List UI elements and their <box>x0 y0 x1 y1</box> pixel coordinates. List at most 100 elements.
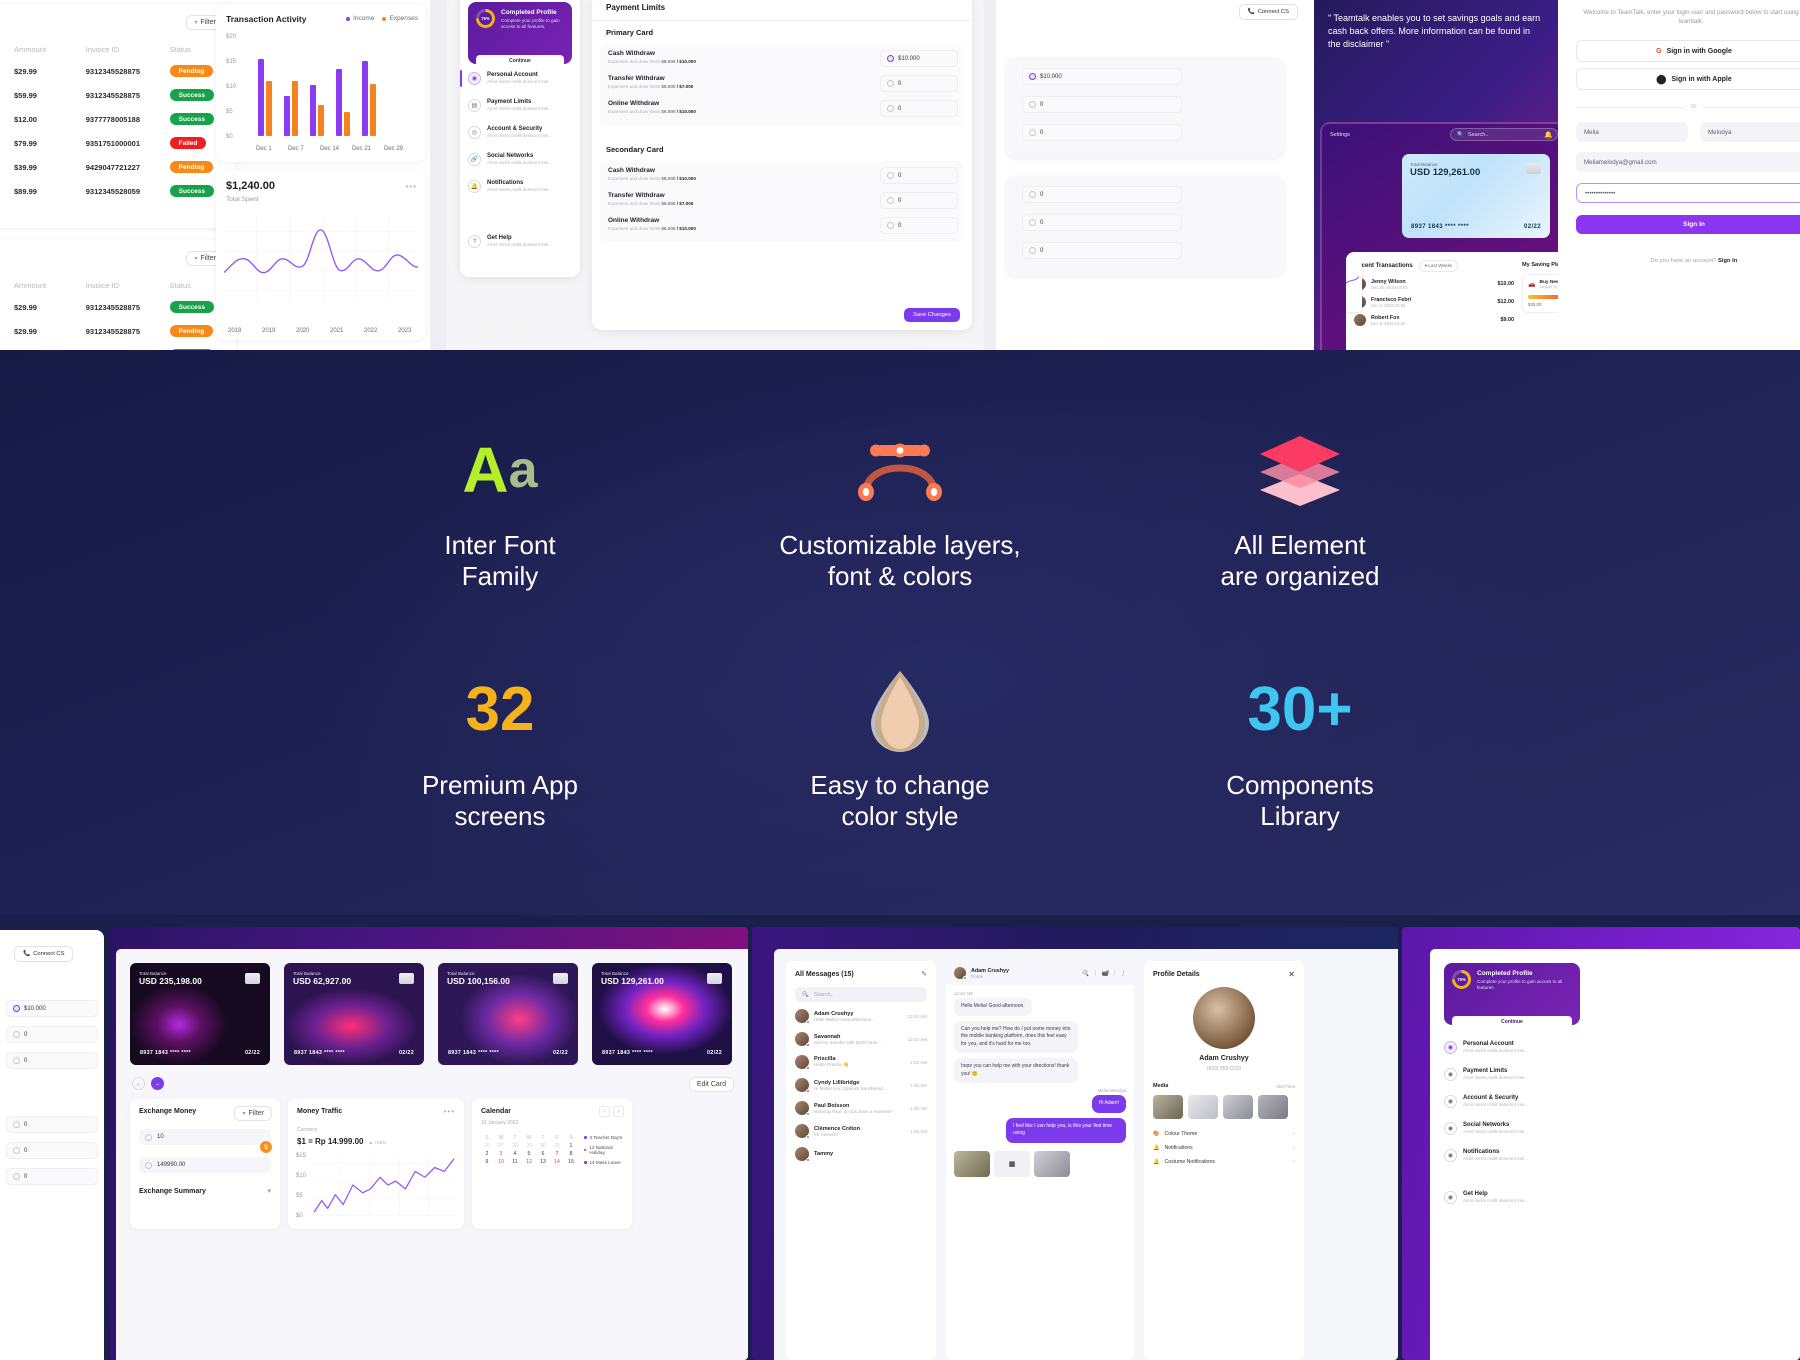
table-row[interactable]: $12.00 9377778005188 Success <box>14 107 214 131</box>
attachment-money-photo[interactable] <box>954 1150 990 1177</box>
profile-setting-row[interactable]: 🎨 Colour Theme › <box>1153 1127 1295 1141</box>
limit-input-a[interactable]: $10.000 <box>6 1000 98 1017</box>
search-icon[interactable]: 🔍 <box>1082 970 1089 977</box>
calendar-day[interactable]: 3 <box>495 1151 507 1157</box>
conversation-item[interactable]: Paul Boisson Morning Paul, do you have a … <box>795 1101 927 1116</box>
conversation-item[interactable]: Cyndy Lillibridge Hi Melia! Hon Spanish t… <box>795 1078 927 1093</box>
conversation-item[interactable]: Savannah Did my transfer with $200 have..… <box>795 1032 927 1047</box>
limit-input-c[interactable]: 0 <box>6 1052 98 1069</box>
close-icon[interactable]: ✕ <box>1288 970 1295 979</box>
prev-icon[interactable]: ← <box>132 1077 145 1090</box>
edit-card-button[interactable]: Edit Card <box>688 1077 734 1092</box>
limit-value-input[interactable]: 0 <box>880 75 958 92</box>
calendar-day[interactable]: 1 <box>565 1143 577 1149</box>
signin-submit-button[interactable]: Sign In <box>1576 215 1800 234</box>
save-changes-button[interactable]: Save Changes <box>903 308 960 322</box>
sidebar-item-social-networks[interactable]: 🔗 Social Networks Amet minim mollit deseru… <box>468 153 572 166</box>
calendar-day[interactable]: 26 <box>481 1143 493 1149</box>
right-sidebar-item-social-networks[interactable]: ◉ Social Networks Amet minim mollit deseru… <box>1444 1122 1584 1135</box>
connect-cs-button-2[interactable]: 📞 Connect CS <box>14 946 74 962</box>
calendar-day[interactable]: 30 <box>537 1143 549 1149</box>
calendar-next-icon[interactable]: › <box>613 1106 624 1117</box>
media-thumb-2[interactable] <box>1188 1095 1218 1119</box>
profile-setting-row[interactable]: 🔔 Costume Notifications › <box>1153 1155 1295 1169</box>
right-sidebar-item-account-security[interactable]: ◉ Account & Security Amet minim mollit des… <box>1444 1095 1584 1108</box>
limit-input-d[interactable]: 0 <box>6 1116 98 1133</box>
more-options-icon[interactable]: ⋮ <box>1120 970 1126 977</box>
table-row[interactable]: $39.999429047721227Success <box>14 343 214 350</box>
right-sidebar-item-get-help[interactable]: ◉ Get Help Amet minim mollit deserunt mel.… <box>1444 1191 1584 1204</box>
exchange-summary-row[interactable]: Exchange Summary ▾ <box>139 1187 271 1196</box>
exchange-to-input[interactable]: 149990.00 <box>139 1157 271 1173</box>
last-weeks-filter[interactable]: ▾ Last Weeks <box>1418 260 1459 272</box>
calendar-day[interactable]: 2 <box>481 1151 493 1157</box>
table-row[interactable]: $29.99 9312345528875 Pending <box>14 319 214 343</box>
balance-card[interactable]: Total Balance USD 62,927.00 8937 1843 ****… <box>284 963 424 1065</box>
limit-input-f[interactable]: 0 <box>6 1168 98 1185</box>
balance-card[interactable]: Total Balance USD 100,156.00 8937 1843 ***… <box>438 963 578 1065</box>
sidebar-item-notifications[interactable]: 🔔 Notifications Amet minim mollit deserunt… <box>468 180 572 193</box>
sidebar-item-personal-account[interactable]: ◉ Personal Account Amet minim mollit deser… <box>460 70 572 87</box>
swap-button[interactable]: ⇅ <box>260 1141 272 1153</box>
calendar-day[interactable]: 13 <box>537 1159 549 1165</box>
credit-card[interactable]: Total Balance USD 129,261.00 8937 1843 *… <box>1402 154 1550 238</box>
calendar-day[interactable]: 10 <box>495 1159 507 1165</box>
bell-icon[interactable]: 🔔 <box>1544 131 1553 139</box>
sidebar-item-payment-limits[interactable]: ▤ Payment Limits Amet minim mollit deserun… <box>468 99 572 112</box>
media-thumb-4[interactable] <box>1258 1095 1288 1119</box>
limit-value-input[interactable]: 0 <box>880 100 958 117</box>
compose-icon[interactable]: ✎ <box>921 970 927 978</box>
limit-input-1[interactable]: $10.000 <box>1022 68 1182 85</box>
exchange-from-input[interactable]: 10 <box>139 1129 271 1145</box>
more-options-icon[interactable]: ••• <box>444 1107 455 1116</box>
calendar-day[interactable]: 29 <box>523 1143 535 1149</box>
calendar-day[interactable]: 12 <box>523 1159 535 1165</box>
continue-button-2[interactable]: Continue <box>1452 1016 1572 1028</box>
right-sidebar-item-personal-account[interactable]: ◉ Personal Account Amet minim mollit deser… <box>1444 1041 1584 1054</box>
calendar-day[interactable]: 28 <box>509 1143 521 1149</box>
table-row[interactable]: $79.99 9351751000001 Failed <box>14 131 214 155</box>
search-input[interactable]: 🔍 Search.. <box>1450 128 1558 141</box>
balance-card[interactable]: Total Balance USD 235,198.00 8937 1843 ***… <box>130 963 270 1065</box>
last-name-input[interactable]: Melodya <box>1700 122 1800 142</box>
limit-input-6[interactable]: 0 <box>1022 242 1182 259</box>
sidebar-item-get-help[interactable]: ? Get Help Amet minim mollit deserunt mel.… <box>468 235 572 248</box>
video-icon[interactable]: 📹 <box>1101 970 1108 977</box>
calendar-day[interactable]: 6 <box>537 1151 549 1157</box>
media-thumb-1[interactable] <box>1153 1095 1183 1119</box>
limit-value-input[interactable]: 0 <box>880 217 958 234</box>
calendar-day[interactable]: 11 <box>509 1159 521 1165</box>
profile-setting-row[interactable]: 🔔 Notifications › <box>1153 1141 1295 1155</box>
google-signin-button[interactable]: G Sign in with Google <box>1576 40 1800 62</box>
continue-button[interactable]: Continue <box>476 55 564 67</box>
chat-search-input[interactable]: 🔍 Search.. <box>795 987 927 1002</box>
attachment-photo[interactable] <box>1034 1150 1070 1177</box>
more-options-icon[interactable]: ••• <box>406 182 417 191</box>
exchange-filter-button[interactable]: ▾ Filter <box>234 1106 272 1121</box>
conversation-item[interactable]: Priscilla Hello! Priscila 👋 1:02 AM <box>795 1055 927 1070</box>
calendar-day[interactable]: 15 <box>565 1159 577 1165</box>
conversation-item[interactable]: Tammy <box>795 1147 927 1162</box>
limit-input-b[interactable]: 0 <box>6 1026 98 1043</box>
table-row[interactable]: $89.99 9312345528059 Success <box>14 179 214 203</box>
calendar-day[interactable]: 27 <box>495 1143 507 1149</box>
calendar-day[interactable]: 8 <box>565 1151 577 1157</box>
calendar-day[interactable]: 14 <box>551 1159 563 1165</box>
next-icon[interactable]: → <box>151 1077 164 1090</box>
balance-card[interactable]: Total Balance USD 129,261.00 8937 1843 ***… <box>592 963 732 1065</box>
apple-signin-button[interactable]: ⬤ Sign in with Apple <box>1576 68 1800 90</box>
limit-value-input[interactable]: 0 <box>880 192 958 209</box>
transaction-row[interactable]: Jenny Wilson Dec 30, 2019 07:52 $10.00 <box>1354 278 1514 290</box>
limit-value-input[interactable]: 0 <box>880 167 958 184</box>
right-sidebar-item-notifications[interactable]: ◉ Notifications Amet minim mollit deserunt… <box>1444 1149 1584 1162</box>
right-sidebar-item-payment-limits[interactable]: ◉ Payment Limits Amet minim mollit deserun… <box>1444 1068 1584 1081</box>
calendar-prev-icon[interactable]: ‹ <box>599 1106 610 1117</box>
table-row[interactable]: $39.99 9429047721227 Pending <box>14 155 214 179</box>
limit-input-e[interactable]: 0 <box>6 1142 98 1159</box>
calendar-day[interactable]: 4 <box>509 1151 521 1157</box>
transaction-row[interactable]: Robert Fox Dec 8, 2019 21:42 $9.00 <box>1354 314 1514 326</box>
signin-footer-link[interactable]: Sign In <box>1718 258 1737 264</box>
password-input[interactable]: •••••••••••••• <box>1576 183 1800 203</box>
table-row[interactable]: $29.99 9312345528875 Success <box>14 295 214 319</box>
first-name-input[interactable]: Melia <box>1576 122 1688 142</box>
